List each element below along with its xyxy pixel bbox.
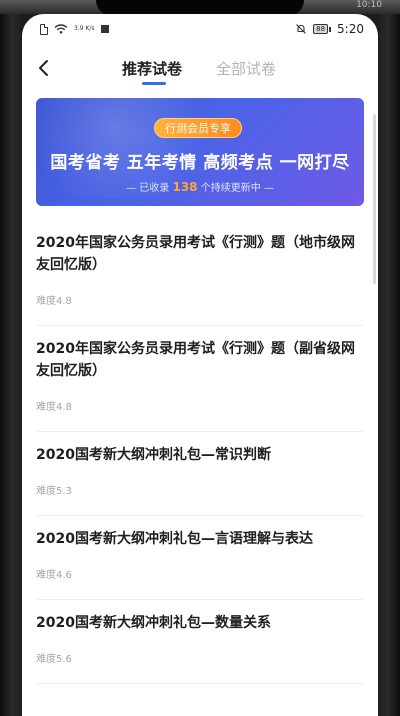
member-badge: 行测会员专享 [154,118,242,138]
top-clock: 10:10 [356,0,382,10]
status-time: 5:20 [337,22,364,36]
sim-card-icon [40,23,48,35]
paper-difficulty: 难度5.6 [36,654,72,665]
paper-difficulty: 难度4.8 [36,402,72,413]
list-item[interactable]: 2020国考新大纲冲刺礼包—数量关系 难度5.6 [36,600,364,684]
tab-all-papers[interactable]: 全部试卷 [216,58,276,79]
list-item[interactable]: 2020国考新大纲冲刺礼包—言语理解与表达 难度4.6 [36,516,364,600]
paper-title: 2020国考新大纲冲刺礼包—常识判断 [36,447,271,463]
tab-recommended[interactable]: 推荐试卷 [122,58,182,79]
list-item[interactable]: 2020年国家公务员录用考试《行测》题（副省级网友回忆版） 难度4.8 [36,326,364,432]
status-bar: 3.9 K/s 88 5:20 [22,14,378,44]
network-speed: 3.9 K/s [74,25,95,32]
promo-banner[interactable]: 行测会员专享 国考省考 五年考情 高频考点 一网打尽 — 已收录 138 个持续… [36,98,364,206]
list-item[interactable]: 2020年国家公务员录用考试《行测》题（地市级网友回忆版） 难度4.8 [36,220,364,326]
nav-header: 推荐试卷 全部试卷 [22,44,378,92]
paper-difficulty: 难度4.6 [36,570,72,581]
phone-frame: 10:10 3.9 K/s 88 5:20 推荐试卷 全部试卷 行测会员专享 国… [0,0,400,716]
wifi-icon [54,24,68,34]
recording-icon [100,25,109,33]
paper-list: 2020年国家公务员录用考试《行测》题（地市级网友回忆版） 难度4.8 2020… [22,220,378,684]
list-item[interactable]: 2020国考新大纲冲刺礼包—常识判断 难度5.3 [36,432,364,516]
back-arrow-icon[interactable] [36,58,52,78]
paper-difficulty: 难度4.8 [36,296,72,307]
banner-subtitle: — 已收录 138 个持续更新中 — [126,180,274,194]
bell-muted-icon [296,24,307,34]
paper-title: 2020国考新大纲冲刺礼包—言语理解与表达 [36,531,313,547]
paper-title: 2020年国家公务员录用考试《行测》题（地市级网友回忆版） [36,235,355,273]
paper-title: 2020年国家公务员录用考试《行测》题（副省级网友回忆版） [36,341,355,379]
banner-headline: 国考省考 五年考情 高频考点 一网打尽 [50,153,350,173]
app-screen: 3.9 K/s 88 5:20 推荐试卷 全部试卷 行测会员专享 国考省考 五年… [22,14,378,716]
paper-title: 2020国考新大纲冲刺礼包—数量关系 [36,615,271,631]
paper-count: 138 [172,180,198,194]
active-tab-indicator [142,82,166,85]
battery-icon: 88 [313,24,329,34]
paper-difficulty: 难度5.3 [36,486,72,497]
